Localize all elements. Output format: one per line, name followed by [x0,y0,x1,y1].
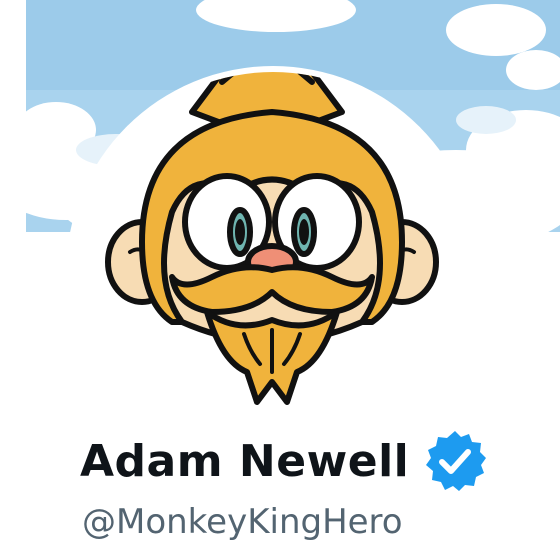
display-name[interactable]: Adam Newell [80,436,409,487]
user-handle[interactable]: @MonkeyKingHero [82,502,403,542]
avatar[interactable] [72,72,474,474]
verified-badge-icon[interactable] [423,429,487,493]
profile-header: Adam Newell @MonkeyKingHero [0,0,560,560]
monkey-king-avatar-icon [72,72,474,474]
display-name-row: Adam Newell [80,426,487,496]
